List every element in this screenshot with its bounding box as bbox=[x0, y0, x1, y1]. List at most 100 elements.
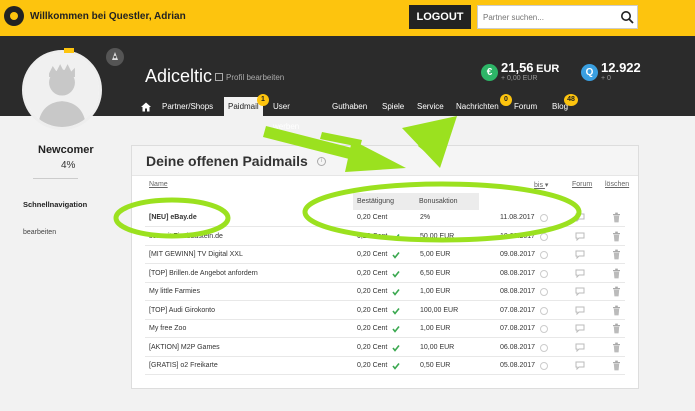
trash-icon[interactable] bbox=[612, 231, 621, 242]
profile-edit-link[interactable]: Profil bearbeiten bbox=[215, 73, 284, 82]
check-icon bbox=[392, 270, 400, 278]
column-delete[interactable]: löschen bbox=[605, 181, 629, 188]
check-icon bbox=[392, 252, 400, 259]
search-input[interactable] bbox=[483, 10, 611, 25]
trash-icon[interactable] bbox=[612, 268, 621, 279]
clock-icon bbox=[540, 251, 548, 259]
eur-balance[interactable]: € 21,56 EUR + 0,00 EUR bbox=[481, 60, 581, 84]
nav-partner-shops[interactable]: Partner/Shops bbox=[158, 97, 217, 117]
nav-nachrichten[interactable]: Nachrichten bbox=[452, 97, 503, 117]
check-icon bbox=[392, 344, 400, 352]
trash-icon[interactable] bbox=[612, 249, 621, 260]
table-row[interactable]: My little Farmies 0,20 Cent 1,00 EUR 08.08.… bbox=[145, 283, 625, 301]
edit-icon bbox=[215, 73, 223, 81]
paidmail-name[interactable]: [TOP] Audi Girokonto bbox=[149, 307, 215, 314]
column-valid-until[interactable]: bis ▾ bbox=[534, 181, 548, 189]
eur-value: 21,56 bbox=[501, 60, 534, 75]
clock-icon bbox=[540, 214, 548, 222]
paidmail-confirm: 0,20 Cent bbox=[357, 288, 388, 295]
divider bbox=[33, 178, 78, 179]
paidmail-name[interactable]: [MIT GEWINN] TV Digital XXL bbox=[149, 251, 243, 258]
paidmail-name[interactable]: sen mit Zinsbaustein.de bbox=[149, 233, 223, 240]
page-title: Deine offenen Paidmails bbox=[146, 153, 308, 169]
nav-service[interactable]: Service bbox=[413, 97, 448, 117]
forum-icon[interactable] bbox=[575, 269, 585, 278]
paidmail-confirm: 0,20 Cent bbox=[357, 325, 388, 332]
card-header: Deine offenen Paidmails i bbox=[132, 146, 638, 176]
trash-icon[interactable] bbox=[612, 342, 621, 353]
clock-icon bbox=[540, 306, 548, 315]
trash-icon[interactable] bbox=[612, 360, 621, 371]
search-box bbox=[477, 5, 638, 29]
avatar[interactable] bbox=[22, 50, 102, 130]
check-icon bbox=[392, 233, 400, 241]
home-icon[interactable] bbox=[140, 101, 152, 113]
column-forum[interactable]: Forum bbox=[572, 181, 592, 188]
nav-forum[interactable]: Forum bbox=[510, 97, 541, 117]
check-icon bbox=[392, 363, 400, 370]
paidmail-name[interactable]: [TOP] Brillen.de Angebot anfordern bbox=[149, 270, 258, 277]
forum-icon[interactable] bbox=[575, 287, 585, 296]
check-icon bbox=[392, 307, 400, 315]
paidmail-bonus: 10,00 EUR bbox=[420, 343, 455, 351]
forum-icon[interactable] bbox=[575, 250, 585, 259]
rocket-icon[interactable] bbox=[106, 48, 124, 66]
nav-guthaben[interactable]: Guthaben bbox=[328, 97, 371, 117]
paidmail-confirm: 0,20 Cent bbox=[357, 232, 388, 240]
paidmail-date: 07.08.2017 bbox=[500, 306, 536, 314]
search-icon[interactable] bbox=[620, 10, 634, 24]
table-row[interactable]: [NEU] eBay.de 0,20 Cent 2% 11.08.2017 bbox=[145, 209, 625, 227]
table-row[interactable]: [GRATIS] o2 Freikarte 0,20 Cent 0,50 EUR 05… bbox=[145, 357, 625, 375]
nav-user-werben[interactable]: User werben bbox=[269, 97, 303, 131]
paidmail-name[interactable]: My little Farmies bbox=[149, 288, 200, 295]
trash-icon[interactable] bbox=[612, 212, 621, 223]
paidmail-name[interactable]: [GRATIS] o2 Freikarte bbox=[149, 362, 218, 369]
quicknav-heading: Schnellnavigation bbox=[23, 200, 88, 209]
trash-icon[interactable] bbox=[612, 323, 621, 334]
paidmail-confirm: 0,20 Cent bbox=[357, 269, 388, 277]
paidmail-date: 11.08.2017 bbox=[500, 214, 535, 221]
forum-icon[interactable] bbox=[575, 343, 585, 352]
trash-icon[interactable] bbox=[612, 305, 621, 316]
user-level: Newcomer bbox=[38, 144, 94, 156]
paidmail-bonus: 1,00 EUR bbox=[420, 325, 451, 332]
quicknav-edit-link[interactable]: bearbeiten bbox=[23, 229, 56, 236]
paidmail-card: Deine offenen Paidmails i Name bis ▾ For… bbox=[131, 145, 639, 389]
paidmail-bonus: 5,00 EUR bbox=[420, 251, 451, 258]
paidmail-bonus: 2% bbox=[420, 214, 431, 221]
info-icon[interactable]: i bbox=[317, 157, 326, 166]
column-name[interactable]: Name bbox=[149, 181, 168, 188]
paidmail-bonus: 6,50 EUR bbox=[420, 269, 451, 277]
paidmail-bonus: 0,50 EUR bbox=[420, 362, 451, 369]
paidmail-bonus: 1,00 EUR bbox=[420, 288, 451, 295]
paidmail-date: 06.08.2017 bbox=[500, 343, 536, 351]
paidmail-date: 05.08.2017 bbox=[500, 362, 536, 369]
forum-icon[interactable] bbox=[575, 324, 585, 333]
table-row[interactable]: [TOP] Audi Girokonto 0,20 Cent 100,00 EUR 0… bbox=[145, 302, 625, 320]
logout-button[interactable]: LOGOUT bbox=[409, 5, 471, 29]
table-row[interactable]: My free Zoo 0,20 Cent 1,00 EUR 07.08.2017 bbox=[145, 320, 625, 338]
logo-icon[interactable] bbox=[4, 6, 24, 26]
points-balance[interactable]: Q 12.922 + 0 bbox=[581, 60, 641, 84]
nav-spiele[interactable]: Spiele bbox=[378, 97, 408, 117]
clock-icon bbox=[540, 362, 548, 370]
paidmail-name[interactable]: [NEU] eBay.de bbox=[149, 214, 197, 221]
euro-icon: € bbox=[481, 64, 498, 81]
forum-icon[interactable] bbox=[575, 361, 585, 370]
level-progress: 4% bbox=[61, 160, 76, 171]
paidmail-confirm: 0,20 Cent bbox=[357, 306, 388, 314]
paidmail-name[interactable]: [AKTION] M2P Games bbox=[149, 344, 220, 351]
clock-icon bbox=[540, 288, 548, 296]
forum-icon[interactable] bbox=[575, 213, 585, 222]
paidmail-bonus: 100,00 EUR bbox=[420, 306, 459, 314]
column-confirm: Bestätigung bbox=[357, 198, 394, 205]
table-row[interactable]: [MIT GEWINN] TV Digital XXL 0,20 Cent 5,00… bbox=[145, 246, 625, 264]
paidmail-name[interactable]: My free Zoo bbox=[149, 325, 186, 332]
table-row[interactable]: [TOP] Brillen.de Angebot anfordern 0,20 C… bbox=[145, 265, 625, 283]
paidmail-date: 10.08.2017 bbox=[500, 232, 536, 240]
forum-icon[interactable] bbox=[575, 232, 585, 241]
forum-icon[interactable] bbox=[575, 306, 585, 315]
table-row[interactable]: [AKTION] M2P Games 0,20 Cent 10,00 EUR 06.0… bbox=[145, 339, 625, 357]
trash-icon[interactable] bbox=[612, 286, 621, 297]
table-row[interactable]: sen mit Zinsbaustein.de 0,20 Cent 50,00 EU… bbox=[145, 228, 625, 246]
